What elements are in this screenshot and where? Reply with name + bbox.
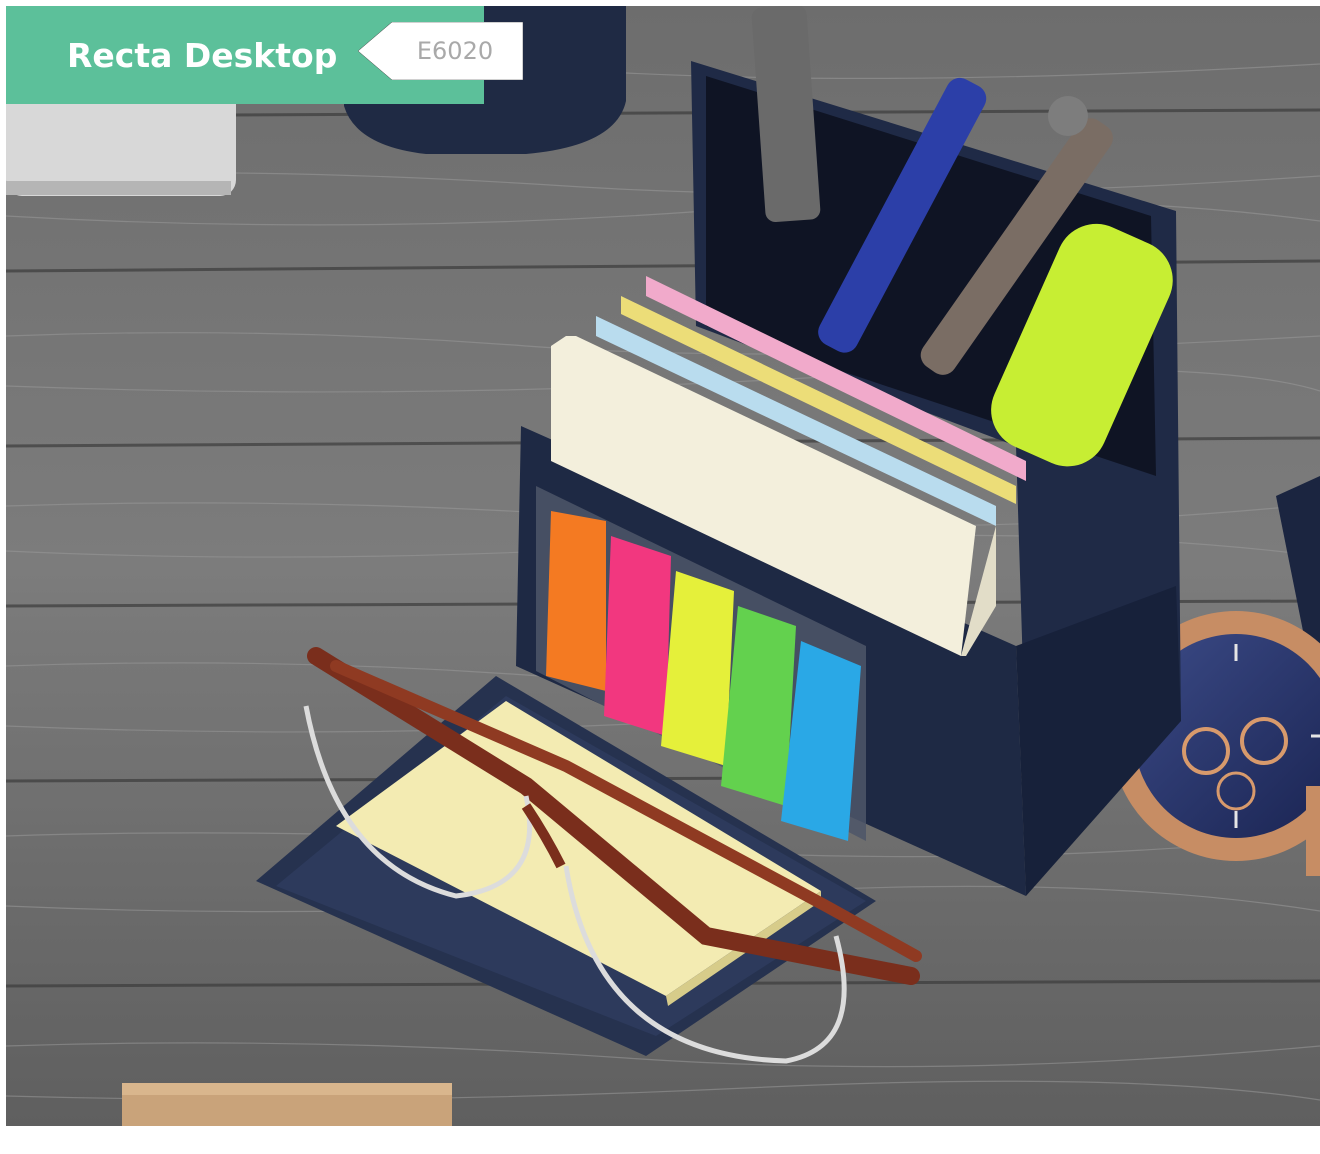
product-code: E6020 [416, 37, 494, 65]
product-photo [6, 6, 1320, 1126]
kraft-box [122, 1083, 452, 1126]
product-code-tag: E6020 [348, 22, 523, 80]
page-title: Recta Desktop [67, 35, 338, 75]
